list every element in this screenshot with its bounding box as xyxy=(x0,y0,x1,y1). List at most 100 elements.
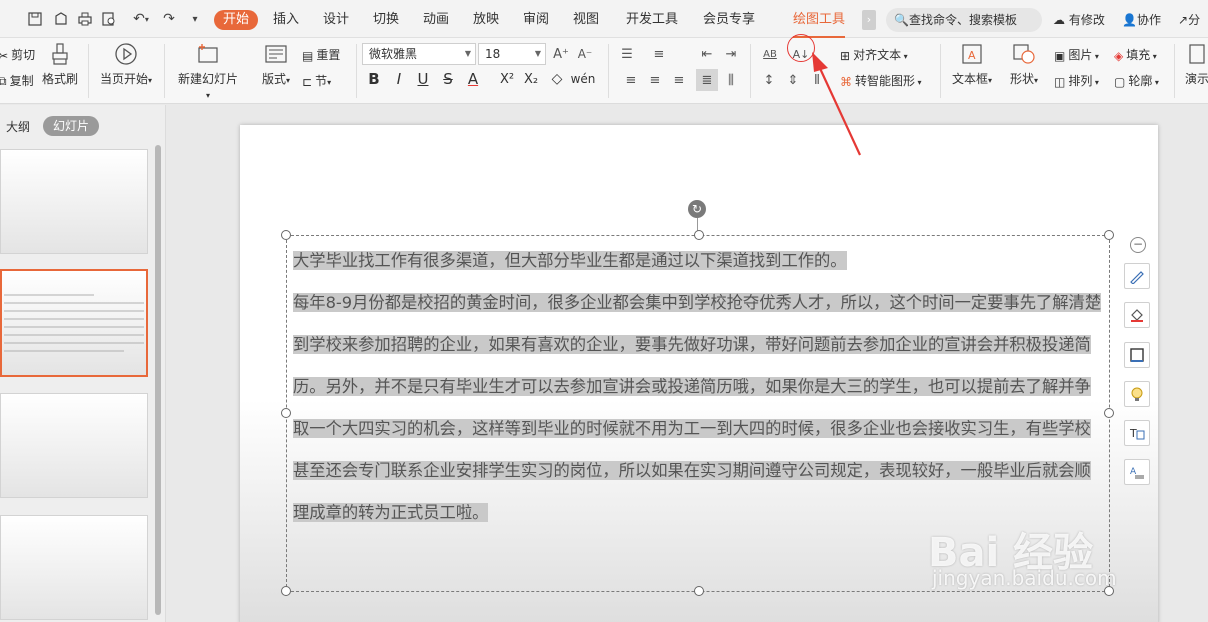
resize-handle-sw[interactable] xyxy=(281,586,291,596)
outline-button[interactable]: ▢ 轮廓 ▾ xyxy=(1114,72,1159,89)
tab-start[interactable]: 开始 xyxy=(214,10,258,30)
tab-drawing-tools[interactable]: 绘图工具 xyxy=(793,10,845,38)
font-color-icon[interactable]: A xyxy=(464,70,482,88)
slide-thumbnail[interactable] xyxy=(0,515,148,620)
new-slide-button[interactable]: 新建幻灯片▾ xyxy=(176,42,240,101)
tab-view[interactable]: 视图 xyxy=(573,10,599,30)
slide-thumbnail[interactable] xyxy=(0,393,148,498)
tab-review[interactable]: 审阅 xyxy=(523,10,549,30)
slide-thumbnail[interactable] xyxy=(0,149,148,254)
italic-icon[interactable]: I xyxy=(390,70,408,88)
slide-thumbnail-selected[interactable] xyxy=(0,269,148,377)
ribbon-divider xyxy=(750,44,751,98)
share-button[interactable]: ↗分 xyxy=(1178,11,1200,28)
thumbnail-text-lines xyxy=(4,294,144,352)
section-icon: ⊏ xyxy=(302,74,313,89)
tab-design[interactable]: 设计 xyxy=(323,10,349,30)
shape-button[interactable]: 形状▾ xyxy=(1004,42,1044,87)
tab-scroll-right-button[interactable]: › xyxy=(862,10,876,30)
shape-fill-icon[interactable] xyxy=(1124,302,1150,328)
shape-outline-icon[interactable] xyxy=(1124,342,1150,368)
resize-handle-nw[interactable] xyxy=(281,230,291,240)
increase-indent-icon[interactable]: ⇥ xyxy=(722,45,740,63)
cut-button[interactable]: ✂ 剪切 xyxy=(0,46,35,63)
line-spacing-icon[interactable]: ↕ xyxy=(760,71,778,89)
format-painter-button[interactable]: 格式刷 xyxy=(40,42,80,87)
picture-button[interactable]: ▣ 图片 ▾ xyxy=(1054,46,1099,63)
font-size-value: 18 xyxy=(485,47,501,61)
undo-icon[interactable]: ↶ ▾ xyxy=(127,10,155,28)
textbox-label: 文本框 xyxy=(951,72,988,86)
cloud-icon: ☁ xyxy=(1053,13,1065,27)
outline-tab[interactable]: 大纲 xyxy=(6,118,30,135)
resize-handle-ne[interactable] xyxy=(1104,230,1114,240)
export-icon[interactable] xyxy=(52,10,70,28)
panel-scrollbar[interactable] xyxy=(155,145,161,615)
fill-label: 填充 xyxy=(1126,48,1151,62)
quick-access-dropdown-icon[interactable]: ▾ xyxy=(186,10,204,28)
resize-handle-w[interactable] xyxy=(281,408,291,418)
print-icon[interactable] xyxy=(76,10,94,28)
tab-slideshow[interactable]: 放映 xyxy=(473,10,499,30)
resize-handle-s[interactable] xyxy=(694,586,704,596)
bold-icon[interactable]: B xyxy=(365,70,383,88)
align-left-icon[interactable]: ≡ xyxy=(622,71,640,89)
textbox-button[interactable]: A 文本框▾ xyxy=(948,42,996,87)
shape-label: 形状 xyxy=(1009,72,1034,86)
resize-handle-n[interactable] xyxy=(694,230,704,240)
numbered-list-icon[interactable]: ≡ xyxy=(650,45,668,63)
justify-icon[interactable]: ≣ xyxy=(696,69,718,91)
shape-style-icon[interactable] xyxy=(1124,263,1150,289)
section-button[interactable]: ⊏ 节▾ xyxy=(302,72,331,89)
tab-developer[interactable]: 开发工具 xyxy=(626,10,678,30)
command-search-input[interactable]: 🔍查找命令、搜索模板 xyxy=(886,8,1042,32)
increase-font-icon[interactable]: A⁺ xyxy=(552,45,570,63)
decrease-indent-icon[interactable]: ⇤ xyxy=(698,45,716,63)
font-family-select[interactable]: 微软雅黑 ▼ xyxy=(362,43,476,65)
tab-transition[interactable]: 切换 xyxy=(373,10,399,30)
tab-member[interactable]: 会员专享 xyxy=(703,10,755,30)
pinyin-icon[interactable]: wén xyxy=(571,70,596,88)
ribbon-divider xyxy=(88,44,89,98)
text-style-icon[interactable]: A xyxy=(1124,459,1150,485)
align-center-icon[interactable]: ≡ xyxy=(646,71,664,89)
rotate-handle-icon[interactable]: ↻ xyxy=(688,200,706,218)
strikethrough-icon[interactable]: S xyxy=(439,70,457,88)
play-from-current-button[interactable]: 当页开始▾ xyxy=(96,42,156,87)
superscript-icon[interactable]: X² xyxy=(498,70,516,88)
underline-icon[interactable]: U xyxy=(414,70,432,88)
layout-button[interactable]: 版式▾ xyxy=(256,42,296,87)
ribbon-divider xyxy=(940,44,941,98)
arrange-button[interactable]: ◫ 排列 ▾ xyxy=(1054,72,1099,89)
subscript-icon[interactable]: X₂ xyxy=(522,70,540,88)
copy-icon: ⧉ xyxy=(0,74,7,88)
slides-tab[interactable]: 幻灯片 xyxy=(43,116,100,136)
tab-insert[interactable]: 插入 xyxy=(273,10,299,30)
present-button[interactable]: 演示 xyxy=(1182,42,1208,87)
copy-button[interactable]: ⧉ 复制 xyxy=(0,72,34,89)
font-size-select[interactable]: 18 ▼ xyxy=(478,43,546,65)
resize-handle-e[interactable] xyxy=(1104,408,1114,418)
layout-icon xyxy=(264,42,288,66)
tab-animation[interactable]: 动画 xyxy=(423,10,449,30)
lightbulb-icon[interactable] xyxy=(1124,381,1150,407)
fill-button[interactable]: ◈ 填充 ▾ xyxy=(1114,46,1157,63)
align-right-icon[interactable]: ≡ xyxy=(670,71,688,89)
modified-button[interactable]: ☁ 有修改 xyxy=(1053,11,1105,28)
arrange-icon: ◫ xyxy=(1054,74,1066,89)
save-icon[interactable] xyxy=(26,10,44,28)
text-layout-icon[interactable]: T xyxy=(1124,420,1150,446)
collapse-toolbar-button[interactable]: − xyxy=(1130,237,1146,253)
slide-body-text[interactable]: 大学毕业找工作有很多渠道，但大部分毕业生都是通过以下渠道找到工作的。 每年8-9… xyxy=(293,240,1105,534)
bullet-list-icon[interactable]: ☰ xyxy=(618,45,636,63)
ribbon-toolbar: ✂ 剪切 ⧉ 复制 格式刷 当页开始▾ 新建幻灯片▾ 版式▾ ▤ 重置 ⊏ 节▾ 微软雅 xyxy=(0,38,1208,104)
print-preview-icon[interactable] xyxy=(100,10,118,28)
distributed-align-icon[interactable]: ⫼ xyxy=(722,71,740,89)
redo-icon[interactable]: ↷ xyxy=(160,10,178,28)
text-direction-icon[interactable]: AB xyxy=(758,45,782,63)
collaborate-button[interactable]: 👤协作 xyxy=(1122,11,1161,28)
reset-button[interactable]: ▤ 重置 xyxy=(302,46,340,63)
decrease-font-icon[interactable]: A⁻ xyxy=(576,45,594,63)
clear-format-icon[interactable]: ◇ xyxy=(548,70,566,88)
arrange-label: 排列 xyxy=(1068,74,1093,88)
